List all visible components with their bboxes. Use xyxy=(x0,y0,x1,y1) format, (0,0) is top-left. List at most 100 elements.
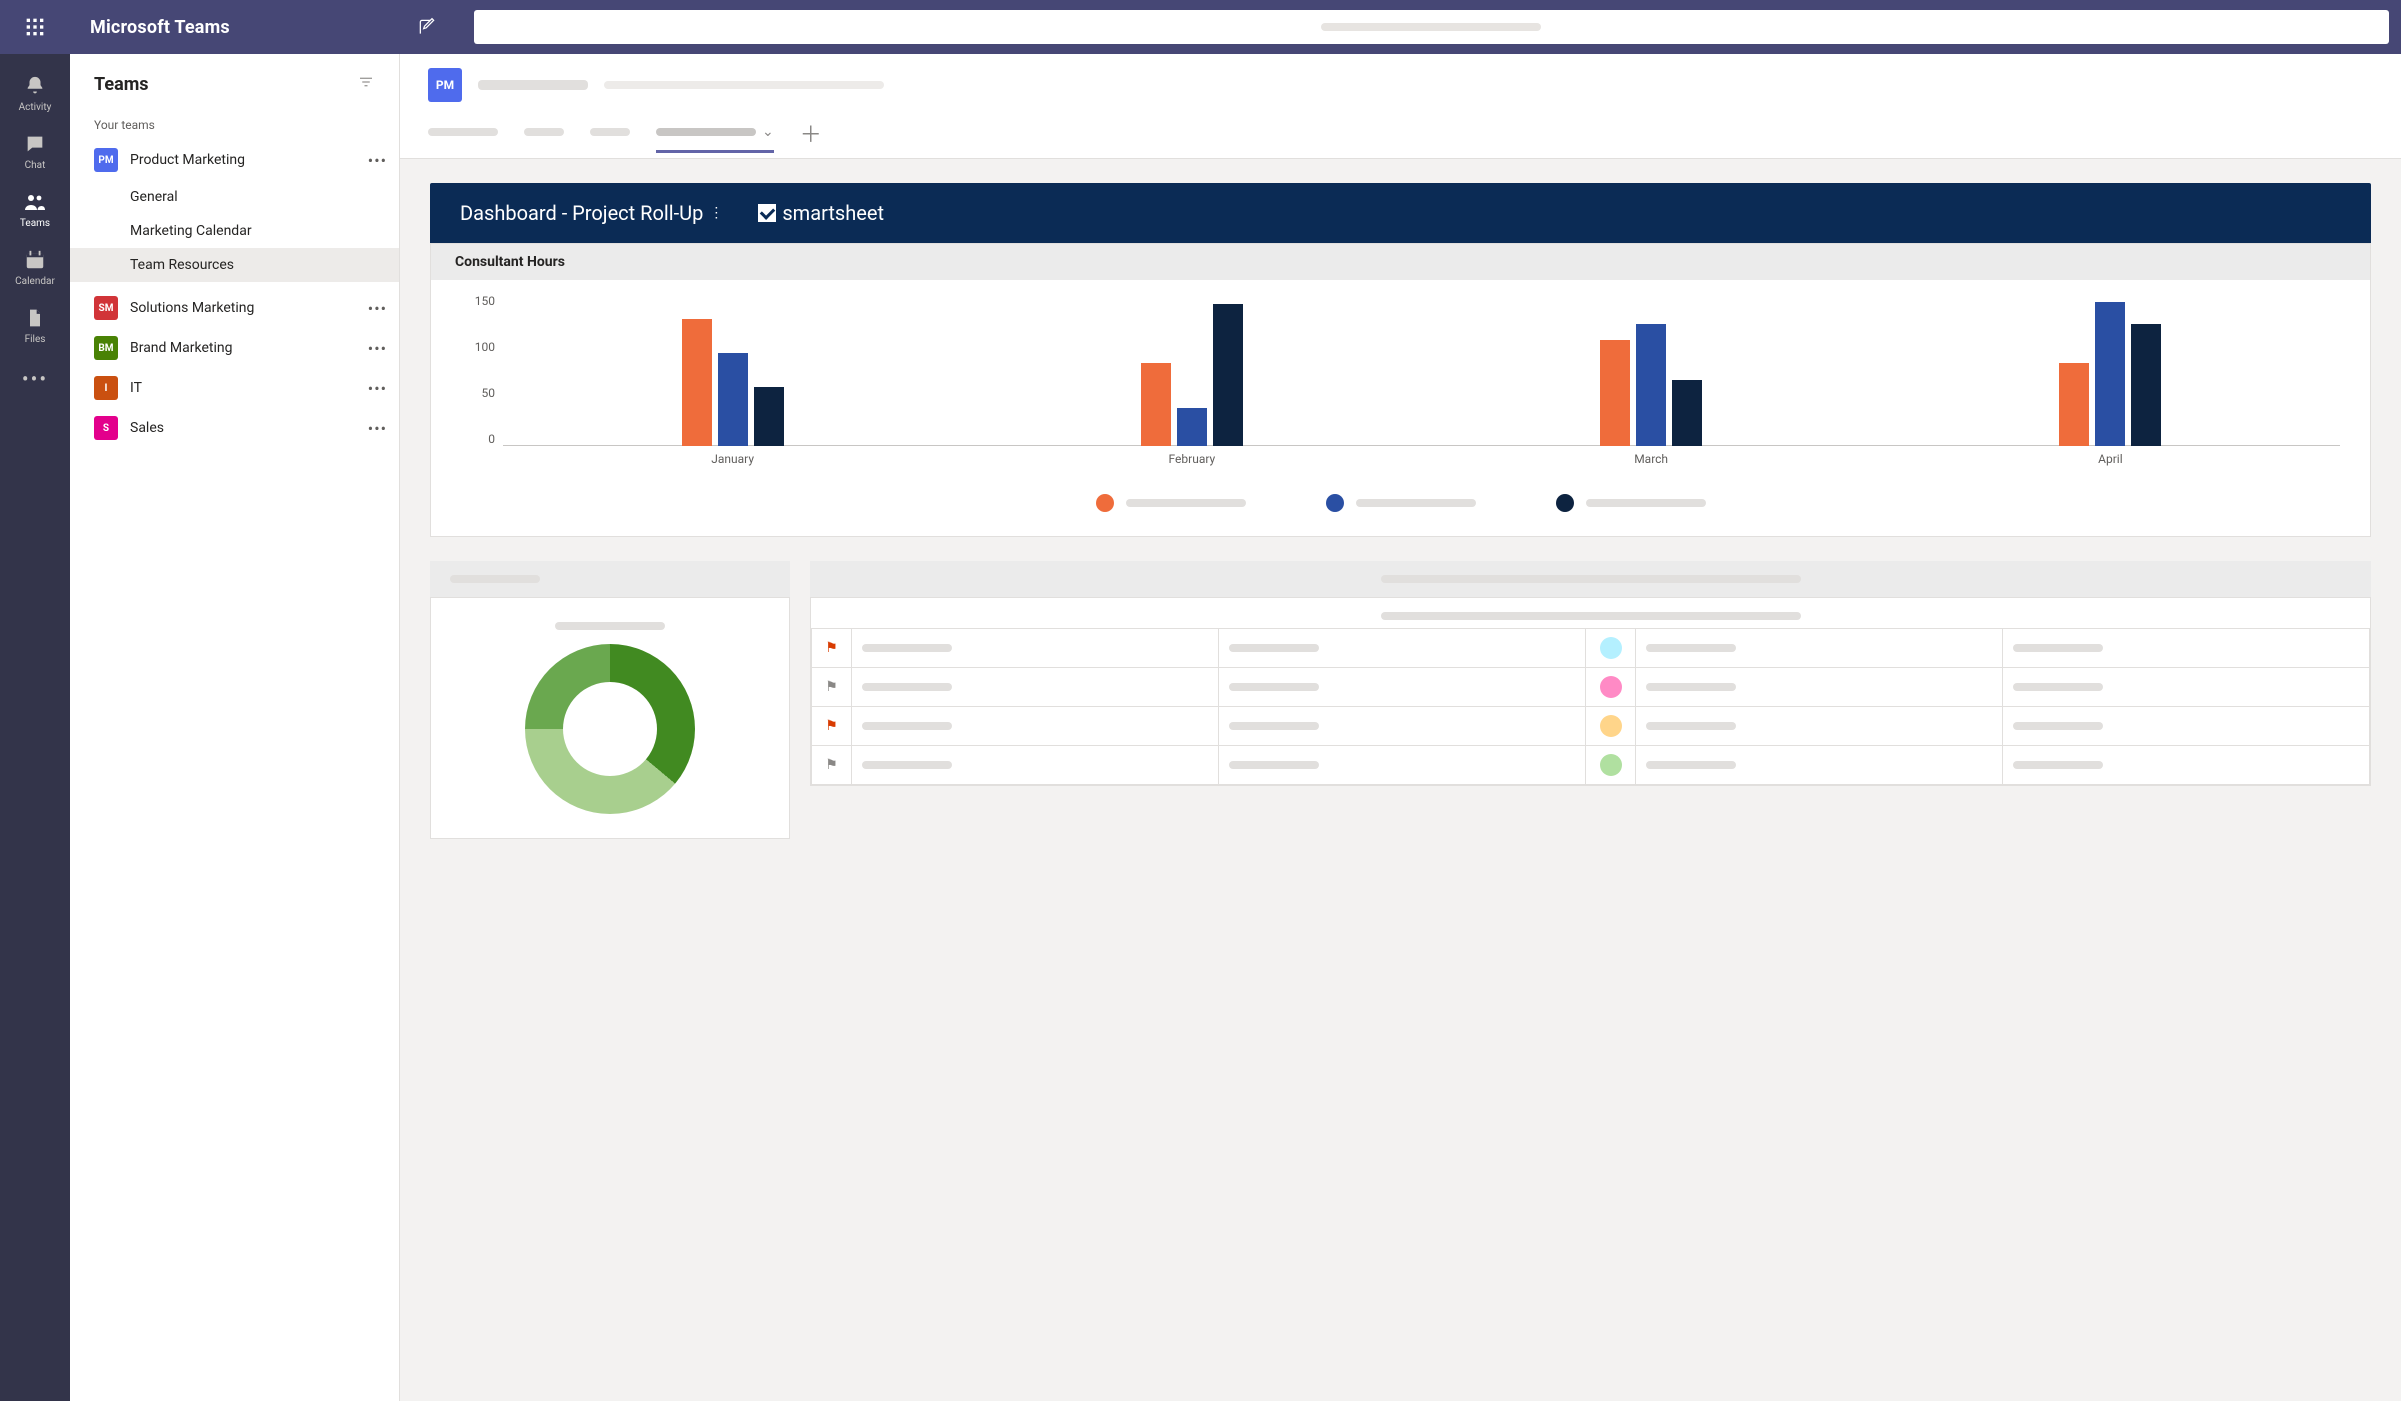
team-name: IT xyxy=(130,380,368,396)
avatar xyxy=(1600,754,1622,776)
team-name: Solutions Marketing xyxy=(130,300,368,316)
bar xyxy=(2059,363,2089,446)
rail-files[interactable]: Files xyxy=(0,296,70,354)
x-tick: March xyxy=(1576,452,1726,466)
cell-placeholder xyxy=(862,722,952,730)
channel-label: General xyxy=(130,189,178,205)
table-row[interactable]: ⚑ xyxy=(812,746,2370,785)
tab-placeholder-3[interactable] xyxy=(590,128,630,149)
tab-placeholder-2[interactable] xyxy=(524,128,564,149)
rail-calendar[interactable]: Calendar xyxy=(0,238,70,296)
team-more-icon[interactable]: ••• xyxy=(368,419,387,438)
ytick: 150 xyxy=(461,294,495,308)
cell-placeholder xyxy=(862,683,952,691)
bar-group: January xyxy=(658,294,808,446)
calendar-icon xyxy=(23,248,47,272)
team-name: Sales xyxy=(130,420,368,436)
cell-placeholder xyxy=(1229,644,1319,652)
filter-icon[interactable] xyxy=(357,73,375,95)
bar xyxy=(718,353,748,446)
rail-chat-label: Chat xyxy=(25,160,46,171)
team-avatar: BM xyxy=(94,336,118,360)
dashboard-menu-icon[interactable]: ⋮ xyxy=(709,205,724,221)
channel-content: PM ⌄ ＋ Dashboard - Project Roll-Up xyxy=(400,54,2401,1401)
widget-title-placeholder xyxy=(810,561,2371,597)
channel-general[interactable]: General xyxy=(70,180,399,214)
x-tick: April xyxy=(2035,452,2185,466)
bar-group: April xyxy=(2035,294,2185,446)
chevron-down-icon[interactable]: ⌄ xyxy=(762,124,774,140)
widget-title: Consultant Hours xyxy=(431,244,2370,280)
bar xyxy=(1672,380,1702,446)
rail-chat[interactable]: Chat xyxy=(0,122,70,180)
bar-group: February xyxy=(1117,294,1267,446)
table-row[interactable]: ⚑ xyxy=(812,668,2370,707)
ytick: 100 xyxy=(461,340,495,354)
team-more-icon[interactable]: ••• xyxy=(368,379,387,398)
file-icon xyxy=(23,306,47,330)
cell-placeholder xyxy=(2013,683,2103,691)
avatar xyxy=(1600,637,1622,659)
rail-activity[interactable]: Activity xyxy=(0,64,70,122)
cell-placeholder xyxy=(1229,683,1319,691)
team-avatar: PM xyxy=(94,148,118,172)
team-avatar: I xyxy=(94,376,118,400)
team-sales[interactable]: S Sales ••• xyxy=(70,408,399,448)
smartsheet-brand-label: smartsheet xyxy=(782,201,884,225)
tab-placeholder-1[interactable] xyxy=(428,128,498,149)
cell-placeholder xyxy=(1646,644,1736,652)
team-solutions-marketing[interactable]: SM Solutions Marketing ••• xyxy=(70,288,399,328)
legend-swatch xyxy=(1556,494,1574,512)
channel-label: Team Resources xyxy=(130,257,234,273)
bar-chart: 150 100 50 0 JanuaryFebruaryMarchApril xyxy=(503,294,2340,464)
legend-item xyxy=(1326,494,1476,512)
team-more-icon[interactable]: ••• xyxy=(368,151,387,170)
search-placeholder xyxy=(1321,23,1541,31)
legend-swatch xyxy=(1096,494,1114,512)
waffle-icon[interactable] xyxy=(0,0,70,54)
app-rail: Activity Chat Teams Calendar Files xyxy=(0,54,70,1401)
table-row[interactable]: ⚑ xyxy=(812,629,2370,668)
ytick: 0 xyxy=(461,432,495,446)
app-name: Microsoft Teams xyxy=(90,17,230,38)
cell-placeholder xyxy=(1646,761,1736,769)
flag-icon: ⚑ xyxy=(825,757,838,773)
team-product-marketing[interactable]: PM Product Marketing ••• xyxy=(70,140,399,180)
rail-teams[interactable]: Teams xyxy=(0,180,70,238)
team-brand-marketing[interactable]: BM Brand Marketing ••• xyxy=(70,328,399,368)
cell-placeholder xyxy=(1646,683,1736,691)
ytick: 50 xyxy=(461,386,495,400)
smartsheet-brand: smartsheet xyxy=(758,201,884,225)
channel-team-resources[interactable]: Team Resources xyxy=(70,248,399,282)
legend-label-placeholder xyxy=(1126,499,1246,507)
compose-icon[interactable] xyxy=(400,0,454,54)
legend-label-placeholder xyxy=(1586,499,1706,507)
channel-marketing-calendar[interactable]: Marketing Calendar xyxy=(70,214,399,248)
your-teams-label: Your teams xyxy=(70,114,399,140)
bar xyxy=(754,387,784,446)
widget-table: ⚑⚑⚑⚑ xyxy=(810,597,2371,786)
team-it[interactable]: I IT ••• xyxy=(70,368,399,408)
bar xyxy=(1636,324,1666,446)
rail-more-icon[interactable]: ••• xyxy=(0,354,70,404)
team-more-icon[interactable]: ••• xyxy=(368,339,387,358)
cell-placeholder xyxy=(2013,644,2103,652)
rail-calendar-label: Calendar xyxy=(15,276,55,287)
bar xyxy=(1177,408,1207,447)
rail-files-label: Files xyxy=(25,334,46,345)
add-tab-icon[interactable]: ＋ xyxy=(800,117,822,159)
bar-group: March xyxy=(1576,294,1726,446)
chat-icon xyxy=(23,132,47,156)
table-row[interactable]: ⚑ xyxy=(812,707,2370,746)
cell-placeholder xyxy=(1229,722,1319,730)
team-more-icon[interactable]: ••• xyxy=(368,299,387,318)
channel-header: PM ⌄ ＋ xyxy=(400,54,2401,159)
cell-placeholder xyxy=(1646,722,1736,730)
avatar xyxy=(1600,715,1622,737)
channel-avatar: PM xyxy=(428,68,462,102)
data-table: ⚑⚑⚑⚑ xyxy=(811,628,2370,785)
rail-activity-label: Activity xyxy=(19,102,52,113)
tab-smartsheet[interactable]: ⌄ xyxy=(656,124,774,153)
x-tick: January xyxy=(658,452,808,466)
search-input[interactable] xyxy=(474,10,2389,44)
